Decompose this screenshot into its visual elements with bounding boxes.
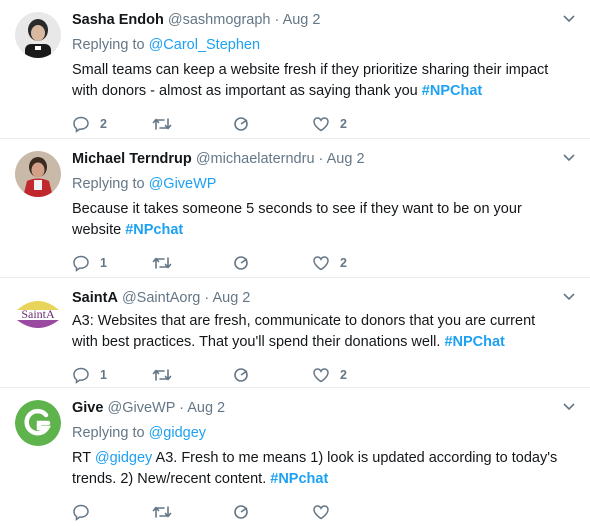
- reply-count: 1: [100, 368, 107, 382]
- separator: ·: [200, 290, 213, 306]
- separator: ·: [175, 400, 188, 416]
- hashtag-link[interactable]: #NPChat: [444, 334, 504, 350]
- avatar[interactable]: [15, 12, 61, 58]
- like-button[interactable]: 2: [312, 115, 392, 133]
- tweet-header: Sasha Endoh @sashmograph · Aug 2: [72, 10, 558, 30]
- replying-to: Replying to @Carol_Stephen: [72, 35, 558, 55]
- like-button[interactable]: 2: [312, 366, 392, 384]
- tweet-text: Small teams can keep a website fresh if …: [72, 60, 558, 102]
- reply-icon: [73, 367, 89, 384]
- username[interactable]: @SaintAorg: [122, 290, 200, 306]
- retweet-icon: [152, 118, 172, 130]
- reply-button[interactable]: 1: [72, 366, 152, 384]
- message-button[interactable]: [232, 503, 312, 521]
- retweet-button[interactable]: [152, 115, 232, 133]
- tweet-header: Michael Terndrup @michaelaterndru · Aug …: [72, 149, 558, 169]
- avatar[interactable]: [15, 400, 61, 446]
- separator: ·: [314, 151, 327, 167]
- replying-to-link[interactable]: @gidgey: [149, 425, 206, 441]
- avatar-logo-text: SaintA: [21, 307, 55, 321]
- tweet[interactable]: Michael Terndrup @michaelaterndru · Aug …: [0, 139, 590, 278]
- heart-icon: [313, 505, 329, 520]
- hashtag-link[interactable]: #NPchat: [125, 222, 183, 238]
- avatar[interactable]: SaintA: [15, 290, 61, 336]
- reply-button[interactable]: [72, 503, 152, 521]
- display-name[interactable]: Give: [72, 400, 103, 416]
- timeline: Sasha Endoh @sashmograph · Aug 2 Replyin…: [0, 0, 590, 526]
- tweet[interactable]: SaintA SaintA @SaintAorg · Aug 2 A3: Web…: [0, 278, 590, 388]
- reply-button[interactable]: 1: [72, 254, 152, 272]
- replying-to: Replying to @gidgey: [72, 423, 558, 443]
- replying-to-link[interactable]: @GiveWP: [149, 176, 217, 192]
- message-icon: [234, 368, 248, 382]
- like-button[interactable]: [312, 503, 392, 521]
- tweet-header: SaintA @SaintAorg · Aug 2: [72, 288, 558, 308]
- tweet-actions: 1 2: [72, 253, 558, 273]
- username[interactable]: @GiveWP: [107, 400, 175, 416]
- heart-icon: [313, 256, 329, 271]
- hashtag-link[interactable]: #NPChat: [422, 83, 482, 99]
- tweet-actions: 1 2: [72, 365, 558, 385]
- replying-label: Replying to: [72, 37, 145, 53]
- like-count: 2: [340, 117, 347, 131]
- message-button[interactable]: [232, 254, 312, 272]
- retweet-icon: [152, 506, 172, 518]
- tweet-actions: [72, 502, 558, 522]
- tweet-prefix: RT: [72, 450, 95, 466]
- mention-link[interactable]: @gidgey: [95, 450, 152, 466]
- display-name[interactable]: Sasha Endoh: [72, 12, 164, 28]
- timestamp[interactable]: Aug 2: [283, 12, 321, 28]
- username[interactable]: @michaelaterndru: [196, 151, 315, 167]
- retweet-button[interactable]: [152, 254, 232, 272]
- message-button[interactable]: [232, 115, 312, 133]
- separator: ·: [270, 12, 283, 28]
- tweet[interactable]: Give @GiveWP · Aug 2 Replying to @gidgey…: [0, 388, 590, 526]
- reply-icon: [73, 116, 89, 133]
- reply-button[interactable]: 2: [72, 115, 152, 133]
- chevron-down-icon[interactable]: [562, 153, 576, 163]
- retweet-icon: [152, 257, 172, 269]
- chevron-down-icon[interactable]: [562, 14, 576, 24]
- display-name[interactable]: SaintA: [72, 290, 118, 306]
- timestamp[interactable]: Aug 2: [327, 151, 365, 167]
- like-count: 2: [340, 256, 347, 270]
- username[interactable]: @sashmograph: [168, 12, 271, 28]
- reply-icon: [73, 255, 89, 272]
- message-icon: [234, 505, 248, 519]
- chevron-down-icon[interactable]: [562, 292, 576, 302]
- heart-icon: [313, 117, 329, 132]
- reply-count: 2: [100, 117, 107, 131]
- tweet-text: A3: Websites that are fresh, communicate…: [72, 311, 558, 353]
- retweet-icon: [152, 369, 172, 381]
- retweet-button[interactable]: [152, 503, 232, 521]
- like-count: 2: [340, 368, 347, 382]
- chevron-down-icon[interactable]: [562, 402, 576, 412]
- reply-icon: [73, 504, 89, 521]
- hashtag-link[interactable]: #NPchat: [270, 471, 328, 487]
- replying-label: Replying to: [72, 176, 145, 192]
- tweet-header: Give @GiveWP · Aug 2: [72, 398, 558, 418]
- like-button[interactable]: 2: [312, 254, 392, 272]
- display-name[interactable]: Michael Terndrup: [72, 151, 192, 167]
- tweet-text: RT @gidgey A3. Fresh to me means 1) look…: [72, 448, 558, 490]
- heart-icon: [313, 368, 329, 383]
- replying-label: Replying to: [72, 425, 145, 441]
- avatar[interactable]: [15, 151, 61, 197]
- message-icon: [234, 256, 248, 270]
- timestamp[interactable]: Aug 2: [187, 400, 225, 416]
- reply-count: 1: [100, 256, 107, 270]
- tweet-actions: 2 2: [72, 114, 558, 134]
- tweet-text: Because it takes someone 5 seconds to se…: [72, 199, 558, 241]
- timestamp[interactable]: Aug 2: [212, 290, 250, 306]
- message-button[interactable]: [232, 366, 312, 384]
- retweet-button[interactable]: [152, 366, 232, 384]
- message-icon: [234, 117, 248, 131]
- tweet[interactable]: Sasha Endoh @sashmograph · Aug 2 Replyin…: [0, 0, 590, 139]
- replying-to: Replying to @GiveWP: [72, 174, 558, 194]
- replying-to-link[interactable]: @Carol_Stephen: [149, 37, 260, 53]
